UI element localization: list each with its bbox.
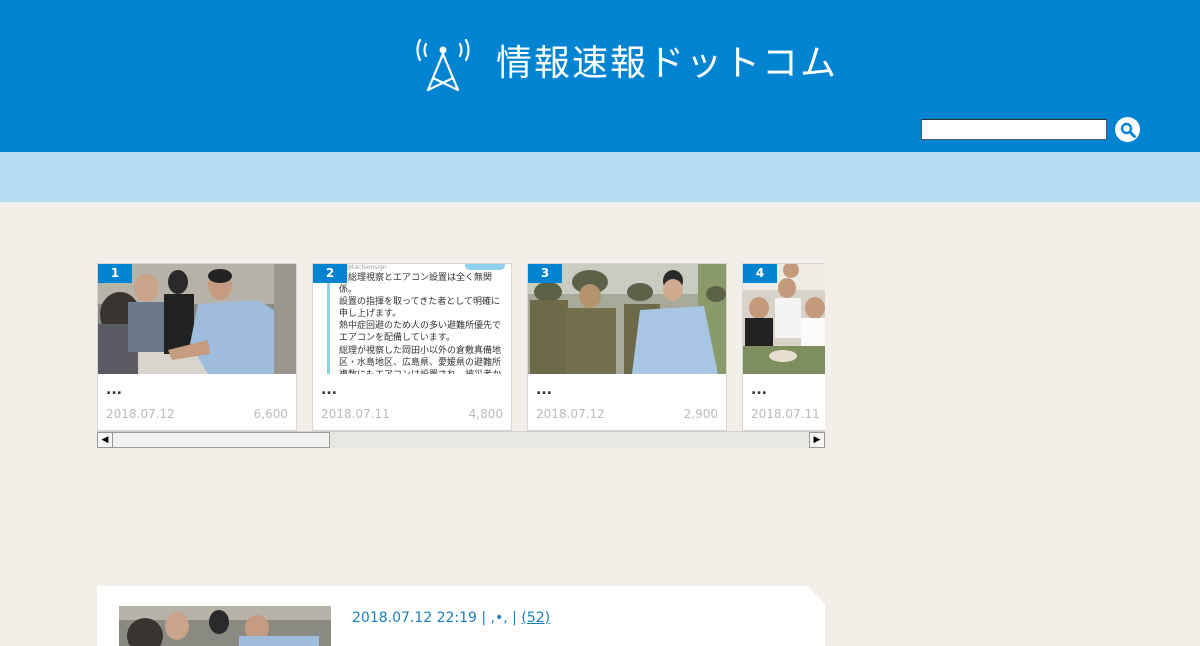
comment-count-link[interactable]: (52)	[521, 610, 550, 626]
antenna-icon	[416, 38, 470, 92]
card-title[interactable]: ...	[751, 382, 767, 398]
card-title[interactable]: ...	[106, 382, 122, 398]
ranking-card[interactable]: 3 ... 2018.07.12 2,900	[527, 263, 727, 431]
card-date: 2018.07.11	[751, 407, 820, 421]
rank-badge: 2	[313, 264, 347, 283]
card-date: 2018.07.12	[536, 407, 605, 421]
ranking-card[interactable]: 4 ... 2018.07.11	[742, 263, 825, 431]
ranking-card[interactable]: 1 ... 2018.07.12 6,600	[97, 263, 297, 431]
search-button[interactable]	[1115, 117, 1140, 142]
scrollbar-thumb[interactable]	[112, 432, 330, 448]
follow-pill	[465, 264, 505, 270]
card-count: 4,800	[468, 407, 503, 421]
scroll-left-button[interactable]: ◀	[97, 432, 113, 448]
search-icon	[1120, 122, 1136, 138]
ranking-card[interactable]: @tachionsign 倍総理視察とエアコン設置は全く無関係。 設置の指揮を取…	[312, 263, 512, 431]
rank-badge: 4	[743, 264, 777, 283]
scroll-right-button[interactable]: ▶	[809, 432, 825, 448]
search-input[interactable]	[921, 119, 1107, 140]
ranking-carousel: 1 ... 2018.07.12 6,600 @tachionsign 倍総理視…	[97, 263, 825, 431]
site-logo[interactable]: 情報速報ドットコム	[414, 36, 838, 92]
site-header: 情報速報ドットコム	[0, 0, 1200, 152]
card-date: 2018.07.12	[106, 407, 175, 421]
sub-navigation-bar	[0, 152, 1200, 202]
card-date: 2018.07.11	[321, 407, 390, 421]
rank-badge: 3	[528, 264, 562, 283]
rank-badge: 1	[98, 264, 132, 283]
article-category-separator: ,•, |	[490, 610, 517, 626]
tweet-text: 倍総理視察とエアコン設置は全く無関係。 設置の指揮を取ってきた者として明確に申し…	[339, 273, 502, 374]
tweet-handle: @tachionsign	[346, 264, 387, 271]
card-count: 6,600	[253, 407, 288, 421]
article-meta: 2018.07.12 22:19 | ,•, | (52)	[352, 610, 550, 626]
article-thumbnail[interactable]	[119, 606, 331, 646]
corner-fold	[807, 586, 825, 604]
site-title: 情報速報ドットコム	[496, 43, 839, 84]
card-title[interactable]: ...	[321, 382, 337, 398]
card-title[interactable]: ...	[536, 382, 552, 398]
search-form	[921, 117, 1140, 142]
article-entry: 2018.07.12 22:19 | ,•, | (52)	[97, 586, 825, 646]
article-datetime: 2018.07.12 22:19 |	[352, 610, 487, 626]
carousel-scrollbar[interactable]: ◀ ▶	[97, 431, 825, 448]
card-count: 2,900	[683, 407, 718, 421]
